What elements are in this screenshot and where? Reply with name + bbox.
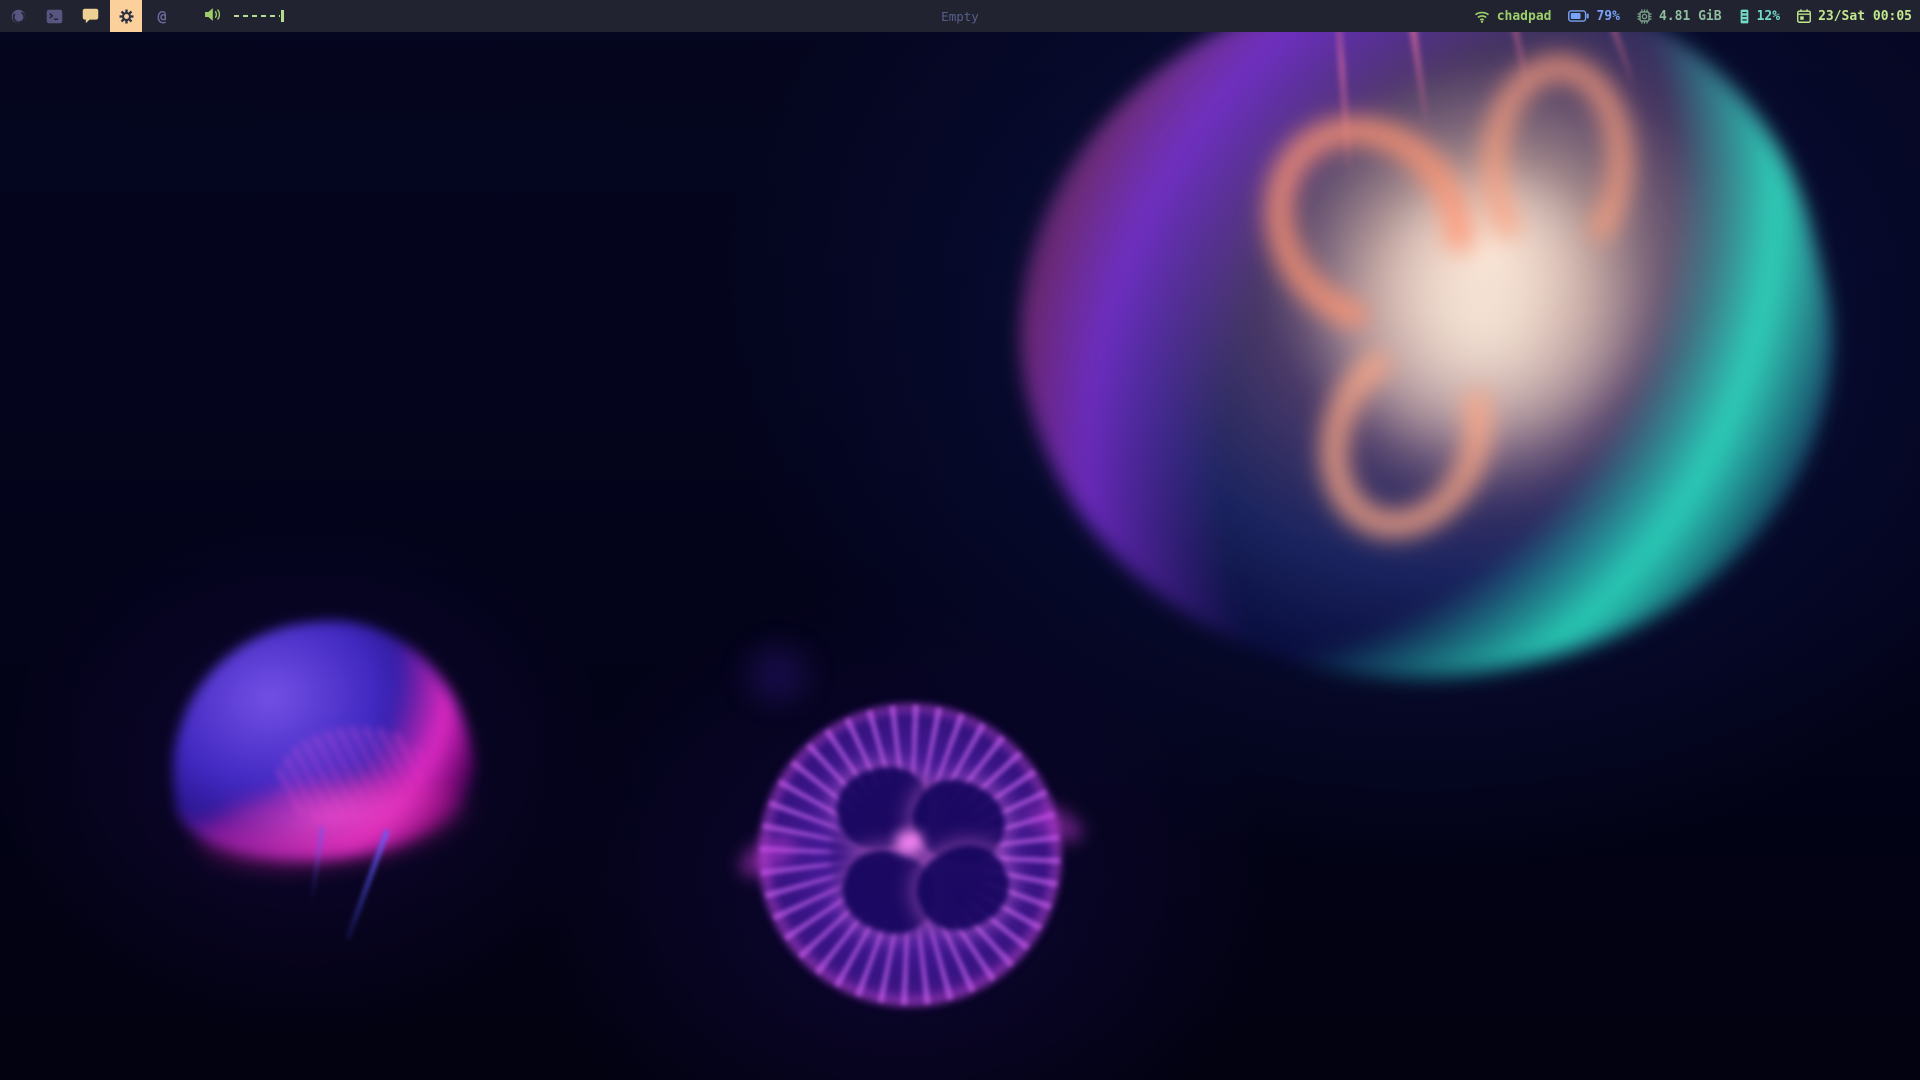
wifi-icon [1474,10,1490,23]
workspace-list: @ [0,0,284,32]
workspace-chat[interactable] [74,0,106,32]
wallpaper-jellyfish [0,0,1920,1080]
battery-icon [1568,10,1589,22]
status-bar: @ Empty [0,0,1920,32]
jellyfish-left [160,612,500,902]
volume-slider-handle[interactable] [281,10,284,22]
calendar-icon [1797,9,1811,23]
volume-slider[interactable] [234,9,284,23]
gear-icon [118,8,135,25]
jellyfish-center [745,690,1085,1035]
clock-widget[interactable]: 23/Sat 00:05 [1797,9,1912,24]
speaker-icon[interactable] [204,7,222,26]
jellyfish-center-rim [760,705,1060,1005]
browser-icon [10,8,27,25]
memory-widget[interactable]: 4.81 GiB [1637,9,1722,24]
network-ssid: chadpad [1497,9,1552,24]
memory-used: 4.81 GiB [1659,9,1722,24]
status-widgets: chadpad 79% [1474,9,1920,24]
at-icon: @ [157,9,166,24]
workspace-settings-active[interactable] [110,0,142,32]
volume-slider-track [234,15,280,17]
desktop: @ Empty [0,0,1920,1080]
cpu-icon [1637,9,1652,24]
storage-widget[interactable]: 12% [1739,9,1780,24]
terminal-icon [46,9,63,24]
storage-percent: 12% [1757,9,1780,24]
workspace-terminal[interactable] [38,0,70,32]
network-widget[interactable]: chadpad [1474,9,1552,24]
volume-widget [204,7,284,26]
ram-icon [1739,9,1750,24]
battery-widget[interactable]: 79% [1568,9,1619,24]
clock-text: 23/Sat 00:05 [1818,9,1912,24]
workspace-browser[interactable] [2,0,34,32]
chat-icon [82,8,99,24]
battery-percent: 79% [1596,9,1619,24]
workspace-mail[interactable]: @ [146,0,178,32]
